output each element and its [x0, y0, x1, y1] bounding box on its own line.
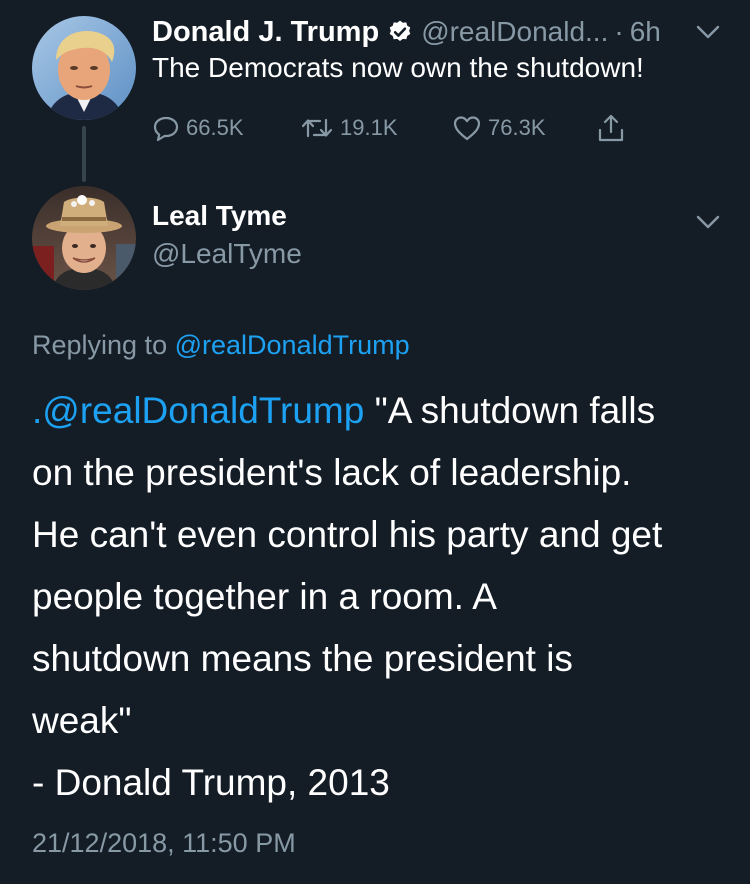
replier-name[interactable]: Leal Tyme: [152, 200, 287, 232]
chevron-down-icon[interactable]: [694, 212, 722, 232]
parent-tweet-text: The Democrats now own the shutdown!: [152, 52, 644, 83]
tweet-text-line: people together in a room. A: [32, 576, 497, 617]
tweet-text-line: He can't even control his party and get: [32, 514, 663, 555]
replier-handle[interactable]: @LealTyme: [152, 238, 302, 270]
tweet-actions: 66.5K 19.1K 76.3K: [152, 110, 652, 146]
tweet-text-line: weak": [32, 700, 132, 741]
parent-author-handle[interactable]: @realDonald...: [421, 16, 608, 48]
author-avatar[interactable]: [32, 16, 136, 120]
parent-tweet-header: Donald J. Trump @realDonald... · 6h: [152, 12, 732, 52]
share-button[interactable]: [596, 110, 632, 146]
tweet-timestamp[interactable]: 21/12/2018, 11:50 PM: [32, 828, 296, 859]
retweet-count: 19.1K: [340, 115, 398, 140]
tweet-text-fragment: "A shutdown falls: [364, 390, 656, 431]
reply-icon: [153, 116, 179, 142]
tweet-text-line: shutdown means the president is: [32, 638, 573, 679]
chevron-down-icon[interactable]: [694, 22, 722, 42]
tweet-text-line: .@realDonaldTrump "A shutdown falls: [32, 380, 732, 442]
retweet-button[interactable]: 19.1K: [300, 110, 398, 146]
reply-count: 66.5K: [186, 115, 244, 140]
verified-badge-icon: [389, 20, 411, 41]
parent-tweet-time[interactable]: 6h: [630, 16, 661, 48]
tweet-text-line: - Donald Trump, 2013: [32, 762, 390, 803]
replier-avatar[interactable]: [32, 186, 136, 290]
author-avatar-image: [32, 16, 136, 120]
replying-to-label: Replying to: [32, 330, 168, 360]
tweet-text-line: on the president's lack of leadership.: [32, 452, 632, 493]
reply-tweet-text: .@realDonaldTrump "A shutdown falls on t…: [32, 380, 732, 814]
parent-author-name[interactable]: Donald J. Trump: [152, 16, 379, 49]
like-count: 76.3K: [488, 115, 546, 140]
share-icon: [598, 114, 624, 142]
like-button[interactable]: 76.3K: [452, 110, 546, 146]
replying-to: Replying to @realDonaldTrump: [32, 330, 410, 361]
replying-to-handle-link[interactable]: @realDonaldTrump: [175, 330, 410, 360]
retweet-icon: [301, 118, 333, 138]
replier-avatar-image: [32, 186, 136, 290]
mention-link[interactable]: .@realDonaldTrump: [32, 390, 364, 431]
header-separator: ·: [614, 16, 624, 47]
thread-connector: [82, 126, 86, 182]
heart-icon: [453, 116, 481, 141]
reply-button[interactable]: 66.5K: [152, 110, 244, 146]
